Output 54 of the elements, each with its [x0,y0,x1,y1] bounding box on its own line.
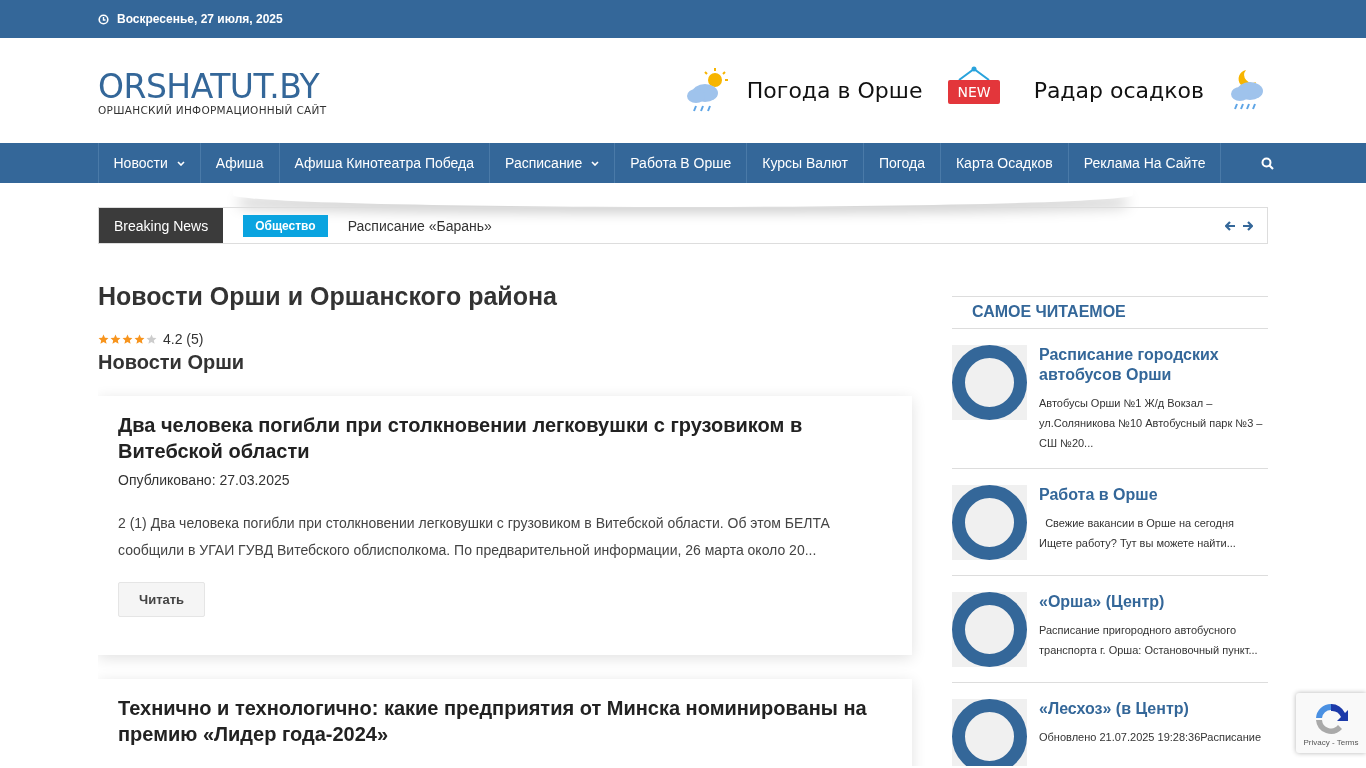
page-title: Новости Орши и Оршанского района [98,282,558,311]
logo-text: ORSHATUT.BY [98,69,320,104]
search-icon [1261,156,1275,170]
headline-link[interactable]: Расписание «Барань» [347,217,492,234]
widget-title: САМОЕ ЧИТАЕМОЕ [952,296,1268,329]
post-title[interactable]: Работа в Орше [1039,485,1268,505]
caret-icon [176,160,185,166]
site-logo[interactable]: ORSHATUT.BY ОРШАНСКИЙ ИНФОРМАЦИОННЫЙ САЙТ [98,69,327,116]
arrow-icon [1225,220,1236,231]
thumbnail-placeholder[interactable] [952,592,1027,667]
star-icon [122,333,133,345]
logo-tagline: ОРШАНСКИЙ ИНФОРМАЦИОННЫЙ САЙТ [98,103,327,116]
new-badge: NEW [948,79,1000,104]
arrow-icon [1242,220,1253,231]
star-icon [110,333,121,345]
article-title[interactable]: Технично и технологично: какие предприятия от Минска номинированы на премию «Лидер года-2024» [118,695,892,747]
weather-link[interactable]: Погода в Орше [746,78,923,103]
nav-item[interactable]: Афиша [200,143,280,183]
section-subtitle: Новости Орши [98,351,246,374]
nav-item[interactable]: Новости [98,143,201,183]
nav-item[interactable]: Курсы Валют [747,143,864,183]
caret-icon [591,160,600,166]
hanger-icon [957,65,992,80]
star-icon [98,333,109,345]
star-icon [146,333,157,345]
privacy-terms-links[interactable]: Privacy - Terms [1303,737,1359,747]
nav-item[interactable]: Карта Осадков [940,143,1069,183]
thumbnail-placeholder[interactable] [952,699,1027,766]
post-title[interactable]: Расписание городских автобусов Орши [1039,345,1268,385]
radar-link[interactable]: Радар осадков [1033,78,1204,103]
post-excerpt: Свежие вакансии в Орше на сегодня Ищете работу? Тут вы можете найти... [1039,516,1237,551]
post-title[interactable]: «Лесхоз» (в Центр) [1039,699,1268,719]
nav-item[interactable]: Реклама На Сайте [1068,143,1222,183]
date-text: Воскресенье, 27 июля, 2025 [117,12,283,26]
nav-item[interactable]: Расписание [490,143,616,183]
post-excerpt: Обновлено 21.07.2025 19:28:36Расписание [1039,730,1262,745]
article-excerpt: 2 (1) Два человека погибли при столкновении легковушки с грузовиком в Витебской области. Об этом БЕЛТА сообщили в УГАИ ГУВД Витебского облисполкома. По предварительной информации, 26 марта около 20... [118,514,831,560]
nav-item[interactable]: Афиша Кинотеатра Победа [279,143,491,183]
article-title[interactable]: Два человека погибли при столкновении легковушки с грузовиком в Витебской области [118,412,892,464]
thumbnail-placeholder[interactable] [952,345,1027,420]
previous-button[interactable] [1225,220,1236,231]
nav-item[interactable]: Работа В Орше [615,143,748,183]
nav-item[interactable]: Погода [863,143,941,183]
star-icon [134,333,145,345]
post-title[interactable]: «Орша» (Центр) [1039,592,1268,612]
rating-text: 4.2 (5) [163,331,204,347]
clock-icon [98,13,109,25]
breaking-news-label: Breaking News [99,208,224,243]
thumbnail-placeholder[interactable] [952,485,1027,560]
publish-date: Опубликовано: 27.03.2025 [118,472,291,488]
post-excerpt: Автобусы Орши №1 Ж/д Вокзал – ул.Соляникова №10 Автобусный парк №3 – СШ №20... [1039,396,1264,451]
read-button[interactable]: Читать [118,582,206,617]
next-button[interactable] [1242,220,1253,231]
post-excerpt: Расписание пригородного автобусного транспорта г. Орша: Остановочный пункт... [1039,623,1259,658]
